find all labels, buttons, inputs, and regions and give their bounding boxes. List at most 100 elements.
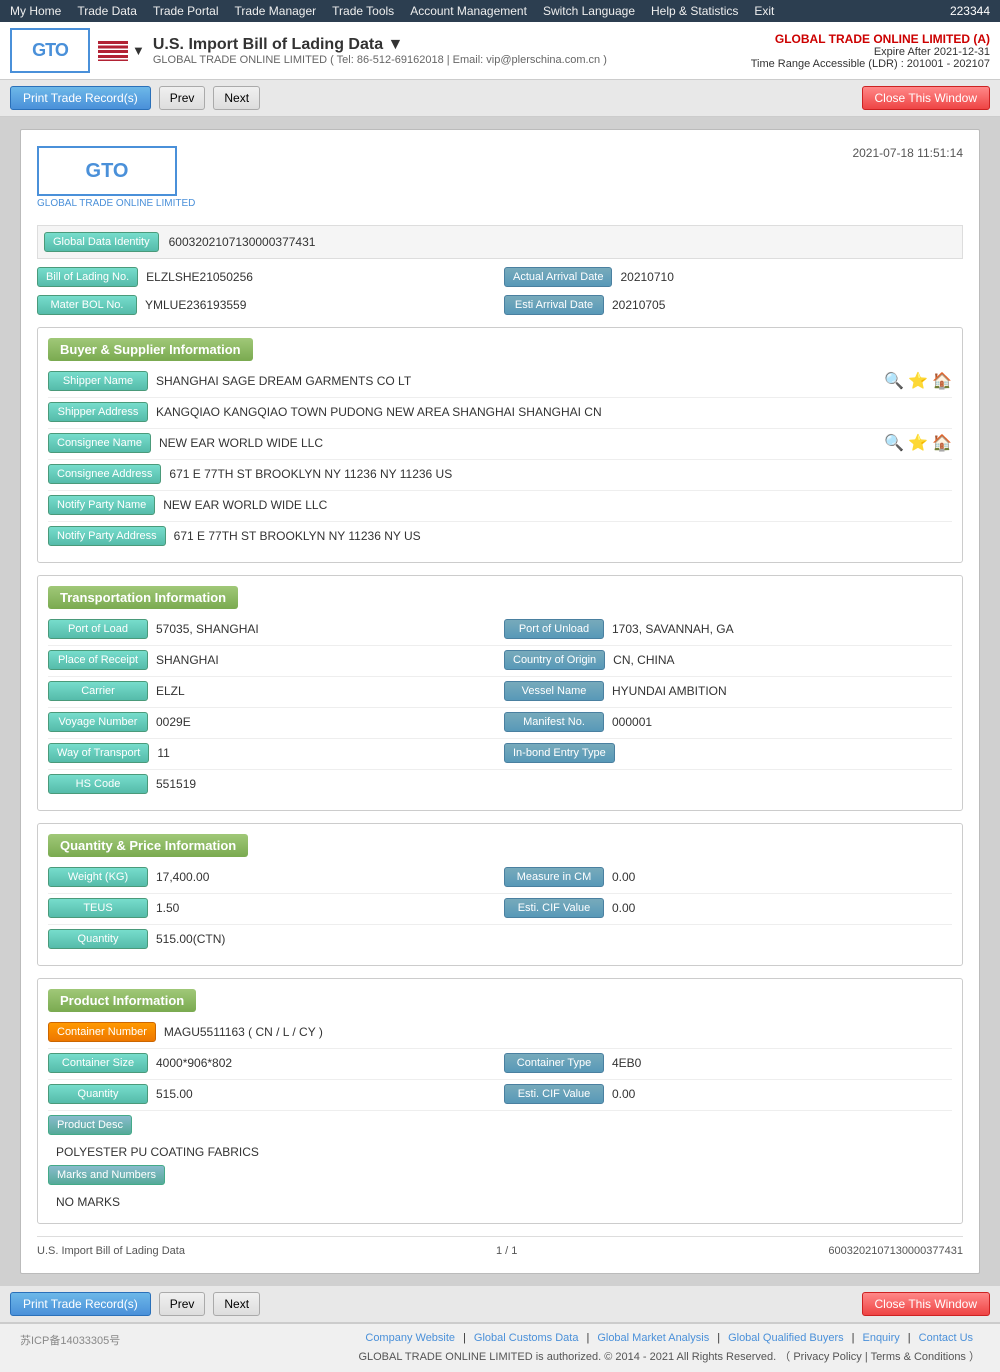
nav-tradedata[interactable]: Trade Data bbox=[77, 4, 137, 18]
mater-bol-value: YMLUE236193559 bbox=[145, 298, 246, 312]
star-icon-2[interactable]: ⭐ bbox=[908, 433, 928, 453]
footer-company-website[interactable]: Company Website bbox=[365, 1332, 455, 1344]
document-card: GTO GLOBAL TRADE ONLINE LIMITED 2021-07-… bbox=[20, 129, 980, 1274]
close-button-bottom[interactable]: Close This Window bbox=[862, 1292, 990, 1316]
quantity-value: 515.00(CTN) bbox=[156, 932, 225, 946]
weight-value: 17,400.00 bbox=[156, 870, 209, 884]
search-icon-2[interactable]: 🔍 bbox=[884, 433, 904, 453]
consignee-address-row: Consignee Address 671 E 77TH ST BROOKLYN… bbox=[48, 464, 952, 484]
page-title: U.S. Import Bill of Lading Data ▼ bbox=[153, 36, 607, 54]
nav-trademanager[interactable]: Trade Manager bbox=[235, 4, 317, 18]
footer-global-buyers[interactable]: Global Qualified Buyers bbox=[728, 1332, 844, 1344]
hs-code-value: 551519 bbox=[156, 777, 196, 791]
hs-code-label: HS Code bbox=[48, 774, 148, 794]
esti-cif-value: 0.00 bbox=[612, 901, 635, 915]
port-load-field: Port of Load 57035, SHANGHAI bbox=[48, 619, 496, 639]
flag-selector[interactable]: ▼ bbox=[98, 41, 145, 61]
toolbar-bottom: Print Trade Record(s) Prev Next Close Th… bbox=[0, 1286, 1000, 1323]
footer-contact[interactable]: Contact Us bbox=[919, 1332, 973, 1344]
container-type-value: 4EB0 bbox=[612, 1056, 641, 1070]
way-transport-field: Way of Transport 11 bbox=[48, 743, 496, 763]
account-info: GLOBAL TRADE ONLINE LIMITED (A) Expire A… bbox=[751, 32, 990, 70]
top-navigation: My Home Trade Data Trade Portal Trade Ma… bbox=[0, 0, 1000, 22]
container-size-field: Container Size 4000*906*802 bbox=[48, 1053, 496, 1073]
toolbar-top: Print Trade Record(s) Prev Next Close Th… bbox=[0, 80, 1000, 117]
voyage-number-label: Voyage Number bbox=[48, 712, 148, 732]
nav-language[interactable]: Switch Language bbox=[543, 4, 635, 18]
container-number-value: MAGU5511163 ( CN / L / CY ) bbox=[164, 1025, 323, 1039]
doc-datetime: 2021-07-18 11:51:14 bbox=[852, 146, 963, 160]
privacy-policy-link[interactable]: Privacy Policy bbox=[793, 1351, 861, 1363]
container-number-row: Container Number MAGU5511163 ( CN / L / … bbox=[48, 1022, 952, 1042]
logo-area: GTO ▼ U.S. Import Bill of Lading Data ▼ … bbox=[10, 28, 607, 73]
notify-name-value: NEW EAR WORLD WIDE LLC bbox=[163, 498, 327, 512]
global-id-row: Global Data Identity 6003202107130000377… bbox=[37, 225, 963, 259]
inbond-entry-field: In-bond Entry Type bbox=[504, 743, 952, 763]
nav-items: My Home Trade Data Trade Portal Trade Ma… bbox=[10, 4, 774, 18]
measure-value: 0.00 bbox=[612, 870, 635, 884]
voyage-number-field: Voyage Number 0029E bbox=[48, 712, 496, 732]
product-desc-label: Product Desc bbox=[48, 1115, 132, 1135]
country-origin-field: Country of Origin CN, CHINA bbox=[504, 650, 952, 670]
notify-name-row: Notify Party Name NEW EAR WORLD WIDE LLC bbox=[48, 495, 952, 515]
doc-footer: U.S. Import Bill of Lading Data 1 / 1 60… bbox=[37, 1236, 963, 1257]
notify-name-label: Notify Party Name bbox=[48, 495, 155, 515]
company-subtitle: GLOBAL TRADE ONLINE LIMITED ( Tel: 86-51… bbox=[153, 54, 607, 66]
prev-button-bottom[interactable]: Prev bbox=[159, 1292, 206, 1316]
close-button-top[interactable]: Close This Window bbox=[862, 86, 990, 110]
carrier-value: ELZL bbox=[156, 684, 185, 698]
doc-footer-page: 1 / 1 bbox=[496, 1245, 517, 1257]
footer-enquiry[interactable]: Enquiry bbox=[862, 1332, 899, 1344]
nav-accountmgmt[interactable]: Account Management bbox=[410, 4, 527, 18]
shipper-name-value: SHANGHAI SAGE DREAM GARMENTS CO LT bbox=[156, 374, 876, 388]
container-type-field: Container Type 4EB0 bbox=[504, 1053, 952, 1073]
notify-address-value: 671 E 77TH ST BROOKLYN NY 11236 NY US bbox=[174, 529, 421, 543]
bol-no-value: ELZLSHE21050256 bbox=[146, 270, 253, 284]
country-origin-label: Country of Origin bbox=[504, 650, 605, 670]
doc-header: GTO GLOBAL TRADE ONLINE LIMITED 2021-07-… bbox=[37, 146, 963, 209]
notify-address-row: Notify Party Address 671 E 77TH ST BROOK… bbox=[48, 526, 952, 546]
prod-quantity-value: 515.00 bbox=[156, 1087, 193, 1101]
transportation-title: Transportation Information bbox=[48, 586, 238, 609]
mater-bol-field: Mater BOL No. YMLUE236193559 bbox=[37, 295, 496, 315]
prev-button-top[interactable]: Prev bbox=[159, 86, 206, 110]
footer-global-market[interactable]: Global Market Analysis bbox=[597, 1332, 709, 1344]
shipper-address-row: Shipper Address KANGQIAO KANGQIAO TOWN P… bbox=[48, 402, 952, 422]
carrier-field: Carrier ELZL bbox=[48, 681, 496, 701]
home-icon-2[interactable]: 🏠 bbox=[932, 433, 952, 453]
esti-cif-field: Esti. CIF Value 0.00 bbox=[504, 898, 952, 918]
vessel-name-value: HYUNDAI AMBITION bbox=[612, 684, 727, 698]
nav-myhome[interactable]: My Home bbox=[10, 4, 61, 18]
place-receipt-value: SHANGHAI bbox=[156, 653, 219, 667]
container-type-label: Container Type bbox=[504, 1053, 604, 1073]
container-number-label: Container Number bbox=[48, 1022, 156, 1042]
print-button-top[interactable]: Print Trade Record(s) bbox=[10, 86, 151, 110]
weight-field: Weight (KG) 17,400.00 bbox=[48, 867, 496, 887]
next-button-top[interactable]: Next bbox=[213, 86, 260, 110]
search-icon[interactable]: 🔍 bbox=[884, 371, 904, 391]
nav-tradeportal[interactable]: Trade Portal bbox=[153, 4, 219, 18]
nav-exit[interactable]: Exit bbox=[754, 4, 774, 18]
print-button-bottom[interactable]: Print Trade Record(s) bbox=[10, 1292, 151, 1316]
star-icon[interactable]: ⭐ bbox=[908, 371, 928, 391]
company-logo: GTO bbox=[10, 28, 90, 73]
shipper-address-label: Shipper Address bbox=[48, 402, 148, 422]
buyer-supplier-title: Buyer & Supplier Information bbox=[48, 338, 253, 361]
footer-copyright: GLOBAL TRADE ONLINE LIMITED is authorize… bbox=[358, 1348, 980, 1364]
teus-cif-row: TEUS 1.50 Esti. CIF Value 0.00 bbox=[48, 898, 952, 918]
prod-cif-label: Esti. CIF Value bbox=[504, 1084, 604, 1104]
doc-logo-image: GTO bbox=[37, 146, 177, 196]
footer-global-customs[interactable]: Global Customs Data bbox=[474, 1332, 579, 1344]
container-size-value: 4000*906*802 bbox=[156, 1056, 232, 1070]
global-id-value: 6003202107130000377431 bbox=[169, 235, 316, 249]
port-row: Port of Load 57035, SHANGHAI Port of Unl… bbox=[48, 619, 952, 639]
home-icon[interactable]: 🏠 bbox=[932, 371, 952, 391]
next-button-bottom[interactable]: Next bbox=[213, 1292, 260, 1316]
flag-dropdown-icon[interactable]: ▼ bbox=[132, 43, 145, 58]
receipt-origin-row: Place of Receipt SHANGHAI Country of Ori… bbox=[48, 650, 952, 670]
nav-tradetools[interactable]: Trade Tools bbox=[332, 4, 394, 18]
quantity-row: Quantity 515.00(CTN) bbox=[48, 929, 952, 949]
terms-conditions-link[interactable]: Terms & Conditions bbox=[871, 1351, 966, 1363]
prod-qty-cif-row: Quantity 515.00 Esti. CIF Value 0.00 bbox=[48, 1084, 952, 1104]
nav-helpstats[interactable]: Help & Statistics bbox=[651, 4, 738, 18]
